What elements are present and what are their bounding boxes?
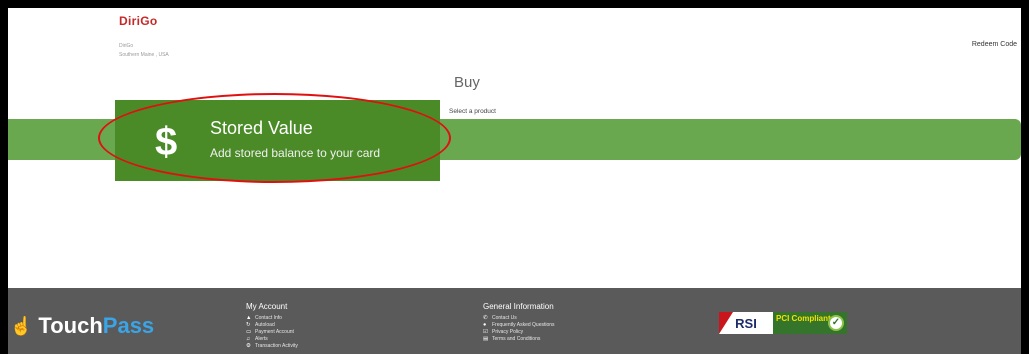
footer-link-terms[interactable]: ▤ Terms and Conditions	[483, 336, 555, 343]
stored-value-product-button[interactable]: $ Stored Value Add stored balance to you…	[115, 100, 440, 181]
page-frame: DiriGo DiriGo Southern Maine , USA Redee…	[8, 8, 1021, 354]
footer-link-label: Alerts	[255, 336, 268, 342]
company-info: DiriGo Southern Maine , USA	[119, 42, 169, 60]
phone-icon: ✆	[483, 315, 488, 321]
check-square-icon: ☑	[483, 329, 488, 335]
check-circle-icon: ✓	[828, 315, 844, 331]
touchpass-word-pass: Pass	[102, 313, 155, 338]
footer-link-contact-info[interactable]: ▲ Contact Info	[246, 315, 298, 322]
general-info-section: General Information ✆ Contact Us ● Frequen…	[483, 302, 555, 343]
product-subtitle: Add stored balance to your card	[210, 146, 381, 160]
footer-link-faq[interactable]: ● Frequently Asked Questions	[483, 322, 555, 329]
redeem-code-link[interactable]: Redeem Code	[972, 41, 1017, 48]
refresh-icon: ↻	[246, 322, 251, 328]
footer-link-label: Autoload	[255, 322, 275, 328]
footer-link-autoload[interactable]: ↻ Autoload	[246, 322, 298, 329]
page-title: Buy	[454, 74, 480, 91]
footer-link-label: Transaction Activity	[255, 343, 298, 349]
footer-link-label: Payment Account	[255, 329, 294, 335]
general-info-heading: General Information	[483, 302, 554, 311]
footer-link-label: Terms and Conditions	[492, 336, 541, 342]
touchpass-word-touch: Touch	[38, 313, 103, 338]
pci-text: PCI Compliant	[776, 314, 831, 323]
footer-link-label: Privacy Policy	[492, 329, 524, 335]
rsi-pci-badge: RSI PCI Compliant ✓	[719, 312, 847, 334]
footer: ☝ Touch Pass My Account ▲ Contact Info ↻ A…	[8, 288, 1021, 354]
footer-link-privacy-policy[interactable]: ☑ Privacy Policy	[483, 329, 555, 336]
my-account-section: My Account ▲ Contact Info ↻ Autoload ▭ Paym…	[246, 302, 298, 350]
footer-link-alerts[interactable]: ♫ Alerts	[246, 336, 298, 343]
footer-link-label: Contact Info	[255, 315, 282, 321]
rsi-logo: RSI	[719, 312, 773, 334]
question-icon: ●	[483, 322, 487, 328]
document-icon: ▤	[483, 336, 489, 342]
my-account-heading: My Account	[246, 302, 288, 311]
product-title: Stored Value	[210, 118, 313, 138]
user-icon: ▲	[246, 315, 252, 321]
hand-pointer-icon: ☝	[10, 315, 33, 336]
bell-icon: ♫	[246, 336, 251, 342]
rsi-text: RSI	[735, 315, 757, 331]
touchpass-logo[interactable]: ☝ Touch Pass	[10, 313, 154, 339]
footer-link-label: Contact Us	[492, 315, 517, 321]
footer-link-label: Frequently Asked Questions	[492, 322, 555, 328]
dollar-icon: $	[155, 120, 178, 164]
rsi-triangle	[719, 312, 733, 334]
credit-card-icon: ▭	[246, 329, 252, 335]
footer-link-contact-us[interactable]: ✆ Contact Us	[483, 315, 555, 322]
pci-compliant-badge: PCI Compliant ✓	[773, 312, 847, 334]
select-product-label: Select a product	[449, 108, 496, 115]
footer-link-payment-account[interactable]: ▭ Payment Account	[246, 329, 298, 336]
company-name: DiriGo	[119, 43, 134, 49]
dirigo-logo[interactable]: DiriGo	[119, 14, 157, 28]
footer-link-transaction-activity[interactable]: ⚙ Transaction Activity	[246, 343, 298, 350]
gear-icon: ⚙	[246, 343, 251, 349]
company-location: Southern Maine , USA	[119, 52, 169, 58]
